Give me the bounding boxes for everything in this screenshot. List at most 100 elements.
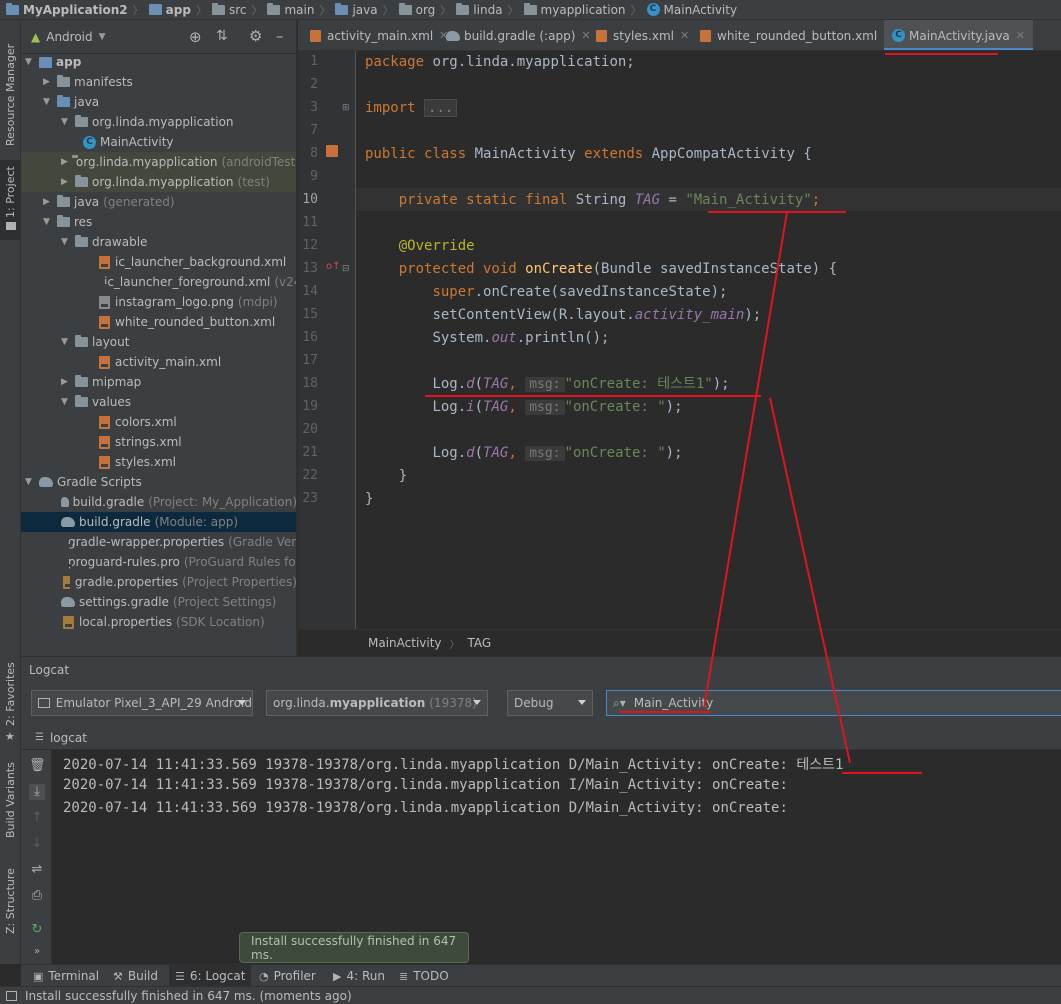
tab-build-gradle[interactable]: build.gradle (:app) ✕ <box>438 20 599 50</box>
tree-item-file[interactable]: gradle.properties (Project Properties) <box>21 572 296 592</box>
parameter-hint: msg: <box>525 377 565 392</box>
build-tool[interactable]: ⚒ Build <box>107 965 164 987</box>
logcat-tab[interactable]: logcat <box>50 731 87 745</box>
log-level-selector[interactable]: Debug <box>507 690 593 716</box>
line-number: 2 <box>310 77 318 92</box>
process-selector[interactable]: org.linda. myapplication (19378) <box>266 690 488 716</box>
override-gutter-icon[interactable]: o↑ <box>326 261 341 272</box>
device-selector[interactable]: Emulator Pixel_3_API_29 Android <box>31 690 253 716</box>
tree-item-java-generated[interactable]: ▶ java (generated) <box>21 192 296 212</box>
fold-icon[interactable]: ⊞ <box>342 103 350 113</box>
tree-item-values[interactable]: ▼ values <box>21 392 296 412</box>
tree-item-file[interactable]: instagram_logo.png (mdpi) <box>21 292 296 312</box>
tree-item-file-selected[interactable]: build.gradle (Module: app) <box>21 512 296 532</box>
status-message[interactable]: Install successfully finished in 647 ms.… <box>25 989 352 1003</box>
tree-item-drawable[interactable]: ▼ drawable <box>21 232 296 252</box>
tree-item-mainactivity[interactable]: C MainActivity <box>21 132 296 152</box>
tree-item-package[interactable]: ▼ org.linda.myapplication <box>21 112 296 132</box>
breadcrumb-mainactivity[interactable]: C MainActivity <box>646 3 737 17</box>
folded-imports[interactable]: ... <box>424 99 458 117</box>
project-folder-icon <box>6 2 19 15</box>
tree-item-file[interactable]: proguard-rules.pro(ProGuard Rules for ap… <box>21 552 296 572</box>
install-notification[interactable]: Install successfully finished in 647 ms. <box>239 932 469 963</box>
resource-manager-tab[interactable]: Resource Manager <box>0 34 21 154</box>
tree-item-file[interactable]: styles.xml <box>21 452 296 472</box>
class-icon: C <box>83 135 96 149</box>
breadcrumb-src[interactable]: src 〉 <box>211 2 268 18</box>
breadcrumb-myapplication[interactable]: myapplication 〉 <box>523 2 647 18</box>
tab-activity-main-xml[interactable]: activity_main.xml ✕ <box>302 20 456 50</box>
line-number: 22 <box>302 468 318 483</box>
arrow-up-icon[interactable]: ↑ <box>29 810 45 826</box>
locate-icon[interactable]: ⊕ <box>189 28 202 46</box>
package-icon <box>75 115 88 127</box>
tree-item-file[interactable]: activity_main.xml <box>21 352 296 372</box>
breadcrumb-main[interactable]: main 〉 <box>267 2 335 18</box>
editor-breadcrumb: MainActivity 〉 TAG <box>298 629 1061 656</box>
collapse-all-icon[interactable]: ⇅ <box>216 28 228 44</box>
breadcrumb-app[interactable]: app 〉 <box>148 2 212 18</box>
todo-tool[interactable]: ≣ TODO <box>393 965 455 987</box>
tree-item-gradle-scripts[interactable]: ▼ Gradle Scripts <box>21 472 296 492</box>
run-tool[interactable]: ▶ 4: Run <box>327 965 391 987</box>
tree-item-res[interactable]: ▼ res <box>21 212 296 232</box>
restart-icon[interactable]: ↻ <box>29 922 45 938</box>
hide-icon[interactable]: – <box>276 27 284 45</box>
tree-item-file[interactable]: strings.xml <box>21 432 296 452</box>
project-tab[interactable]: 1: Project <box>0 160 21 240</box>
terminal-tool[interactable]: ▣ Terminal <box>27 965 105 987</box>
breadcrumb-linda[interactable]: linda 〉 <box>456 2 523 18</box>
print-icon[interactable]: ⎙ <box>29 888 45 904</box>
tree-item-manifests[interactable]: ▶ manifests <box>21 72 296 92</box>
tree-item-mipmap[interactable]: ▶ mipmap <box>21 372 296 392</box>
favorites-tab[interactable]: 2: Favorites ★ <box>0 660 21 750</box>
close-icon[interactable]: ✕ <box>1016 29 1025 42</box>
trash-icon[interactable]: 🗑 <box>29 758 46 774</box>
fold-icon[interactable]: ⊟ <box>342 264 350 274</box>
editor-breadcrumb-field[interactable]: TAG <box>468 636 492 650</box>
tab-mainactivity-java[interactable]: C MainActivity.java ✕ <box>884 20 1033 50</box>
logcat-output[interactable]: 2020-07-14 11:41:33.569 19378-19378/org.… <box>52 750 1061 964</box>
tree-item-layout[interactable]: ▼ layout <box>21 332 296 352</box>
breadcrumb-project[interactable]: MyApplication2 〉 <box>6 2 149 18</box>
profiler-tool[interactable]: ◔ Profiler <box>253 965 322 987</box>
breadcrumb-java[interactable]: java 〉 <box>335 2 398 18</box>
tree-item-java[interactable]: ▼ java <box>21 92 296 112</box>
arrow-down-icon[interactable]: ↓ <box>29 836 45 852</box>
tree-item-file[interactable]: ic_launcher_background.xml <box>21 252 296 272</box>
gear-icon[interactable]: ⚙ <box>249 27 262 45</box>
tree-item-file[interactable]: settings.gradle (Project Settings) <box>21 592 296 612</box>
scroll-to-end-icon[interactable]: ⤓ <box>29 784 45 800</box>
tree-item-file[interactable]: ic_launcher_foreground.xml(v24) <box>21 272 296 292</box>
code-line-22: } <box>398 468 408 484</box>
tree-item-file[interactable]: build.gradle (Project: My_Application) <box>21 492 296 512</box>
editor-breadcrumb-class[interactable]: MainActivity <box>368 636 442 650</box>
soft-wrap-icon[interactable]: ⇌ <box>29 862 45 878</box>
logcat-tool[interactable]: ☰ 6: Logcat <box>169 965 252 987</box>
annotation-underline-tab <box>885 53 998 55</box>
play-icon: ▶ <box>333 969 342 983</box>
more-icon[interactable]: » <box>29 944 45 960</box>
project-view-selector[interactable]: Android <box>46 30 92 44</box>
close-icon[interactable]: ✕ <box>680 29 689 42</box>
tab-white-rounded-button-xml[interactable]: white_rounded_button.xml✕ <box>692 20 900 50</box>
tree-item-file[interactable]: local.properties (SDK Location) <box>21 612 296 632</box>
log-line: 2020-07-14 11:41:33.569 19378-19378/org.… <box>63 800 788 816</box>
build-variants-tab[interactable]: Build Variants <box>0 760 21 860</box>
tab-styles-xml[interactable]: styles.xml ✕ <box>588 20 697 50</box>
code-editor[interactable]: 1 2 3 7 8 9 10 11 12 13 14 15 16 17 18 1… <box>298 51 1061 629</box>
tree-item-package-androidtest[interactable]: ▶ org.linda.myapplication (androidTest) <box>21 152 296 172</box>
tree-item-file[interactable]: gradle-wrapper.properties(Gradle Version… <box>21 532 296 552</box>
class-gutter-icon[interactable] <box>326 145 338 157</box>
tree-item-package-test[interactable]: ▶ org.linda.myapplication (test) <box>21 172 296 192</box>
breadcrumb-org[interactable]: org 〉 <box>398 2 457 18</box>
structure-tab[interactable]: Z: Structure <box>0 868 21 960</box>
folder-icon <box>267 2 281 15</box>
tree-item-file[interactable]: colors.xml <box>21 412 296 432</box>
tree-item-file[interactable]: white_rounded_button.xml <box>21 312 296 332</box>
status-icon[interactable] <box>6 990 17 1001</box>
logcat-title: Logcat <box>29 662 70 677</box>
folder-icon <box>75 375 88 387</box>
tree-item-app[interactable]: ▼ app <box>21 52 296 72</box>
chevron-down-icon[interactable]: ▼ <box>99 32 106 42</box>
